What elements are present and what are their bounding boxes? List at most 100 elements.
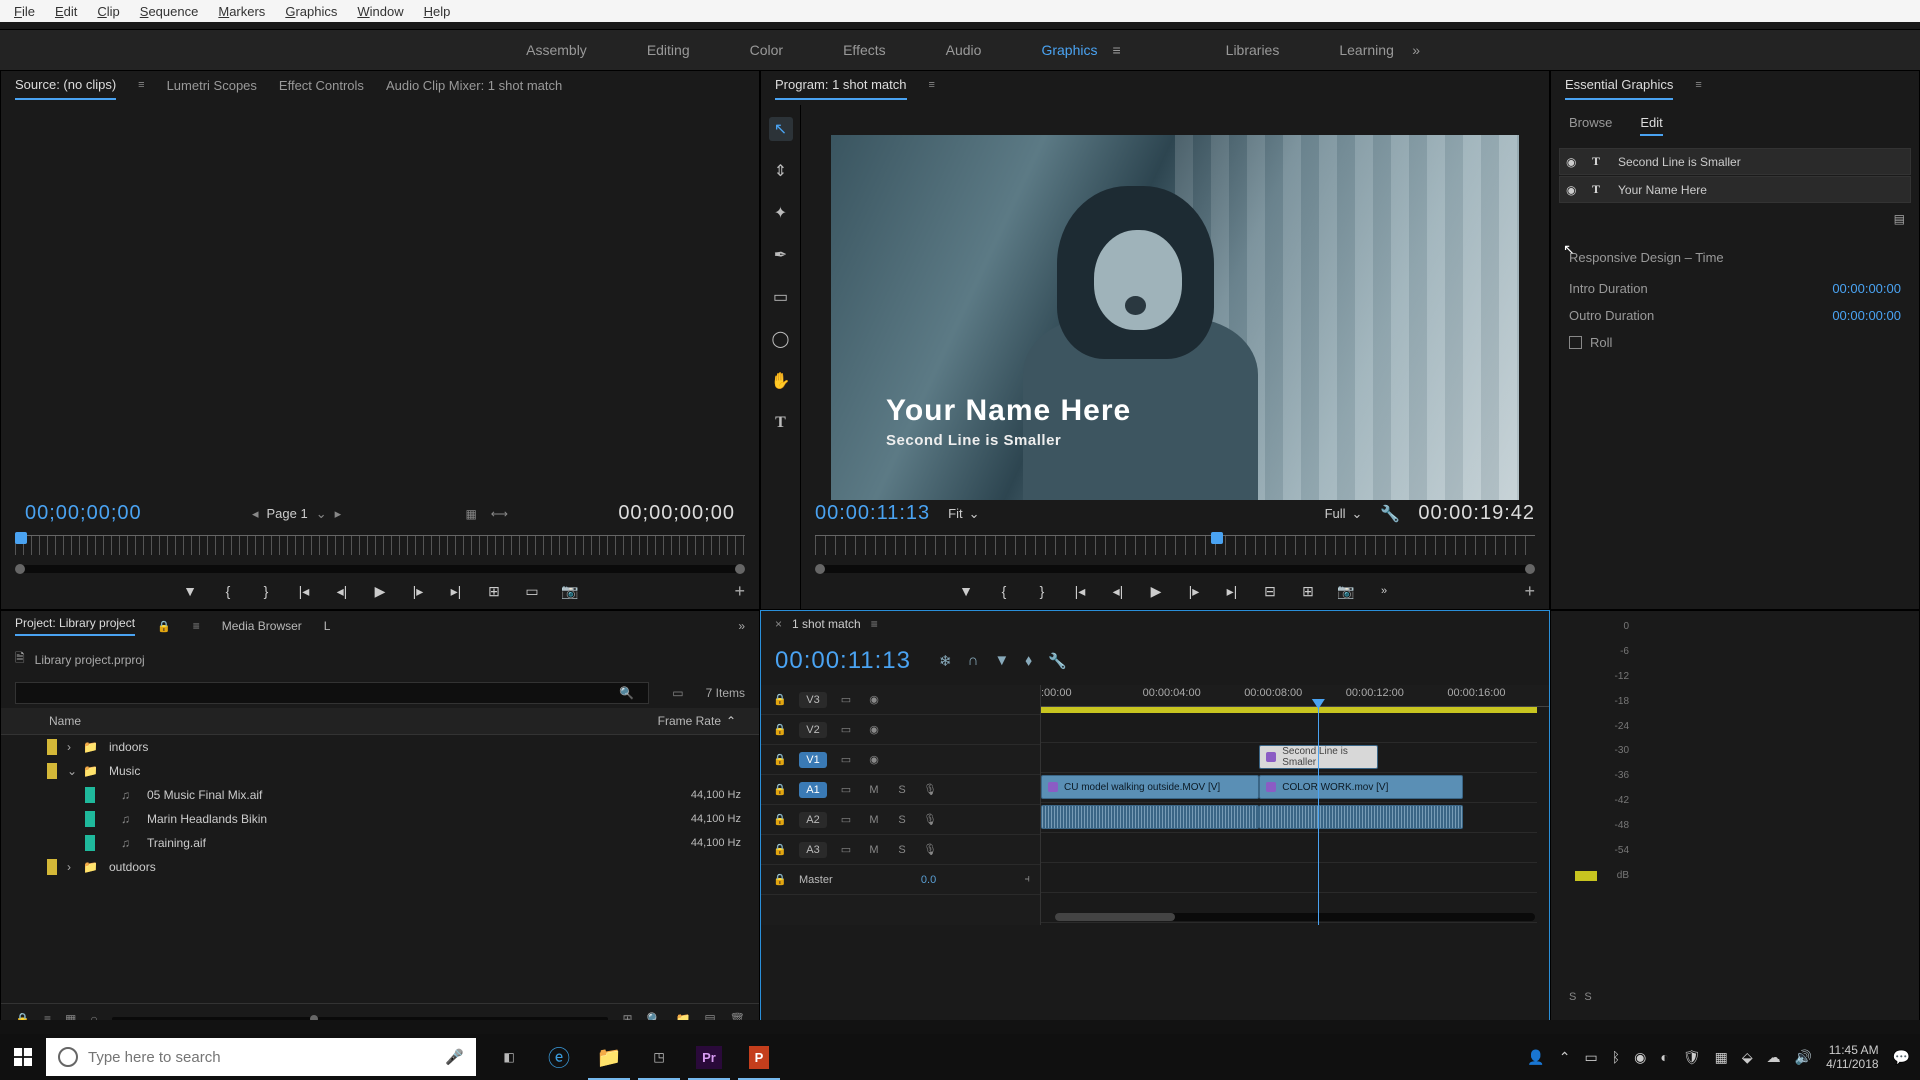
source-zoom-slider[interactable] (15, 565, 745, 573)
lock-icon[interactable]: 🔒 (771, 723, 789, 736)
tab-l[interactable]: L (324, 619, 331, 633)
time-ruler[interactable]: :00:0000:00:04:0000:00:08:0000:00:12:000… (1041, 685, 1549, 707)
tab-essential-graphics[interactable]: Essential Graphics (1565, 77, 1673, 100)
proj-overflow-icon[interactable]: » (738, 619, 745, 633)
sort-icon[interactable]: ⌃ (721, 714, 741, 728)
wrench-icon[interactable]: 🔧 (1048, 652, 1067, 670)
taskbar-search[interactable]: 🎤 (46, 1038, 476, 1076)
program-playhead[interactable] (1211, 532, 1223, 544)
project-row[interactable]: ⌄📁Music (1, 759, 759, 783)
hand-tool-icon[interactable]: ✋ (769, 369, 793, 393)
col-framerate[interactable]: Frame Rate (631, 714, 721, 728)
lock-icon[interactable]: 🔒 (771, 873, 789, 886)
p-add-button-icon[interactable]: + (1524, 581, 1535, 602)
source-ruler[interactable] (15, 535, 745, 555)
rectangle-tool-icon[interactable]: ▭ (769, 285, 793, 309)
chrome-tray-icon[interactable]: ◉ (1634, 1049, 1646, 1066)
program-timecode-left[interactable]: 00:00:11:13 (815, 502, 930, 525)
graphic-overlay[interactable]: Your Name Here Second Line is Smaller (886, 394, 1131, 449)
tab-audioclipmixer[interactable]: Audio Clip Mixer: 1 shot match (386, 78, 562, 99)
track-header-master[interactable]: 🔒Master0.0⫞ (761, 865, 1040, 895)
p-lift-icon[interactable]: ⊟ (1260, 581, 1280, 601)
sync-icon[interactable]: ▭ (837, 843, 855, 856)
volume-icon[interactable]: 🔊 (1795, 1049, 1812, 1066)
tab-source[interactable]: Source: (no clips) (15, 77, 116, 100)
goto-out-icon[interactable]: ▸| (446, 581, 466, 601)
source-playhead[interactable] (15, 532, 27, 544)
layer-name-input[interactable] (1618, 155, 1904, 169)
in-point-icon[interactable]: { (218, 581, 238, 601)
ws-learning[interactable]: Learning (1339, 42, 1394, 58)
track-header-video[interactable]: 🔒V2▭◉ (761, 715, 1040, 745)
program-tab-menu-icon[interactable]: ≡ (929, 79, 935, 97)
lane-v3[interactable] (1041, 713, 1537, 743)
lane-a1[interactable] (1041, 803, 1537, 833)
lock-icon[interactable]: 🔒 (771, 753, 789, 766)
source-tab-menu-icon[interactable]: ≡ (138, 79, 144, 97)
search-icon[interactable]: 🔍 (619, 686, 634, 700)
ws-overflow-icon[interactable]: » (1412, 42, 1420, 58)
voice-icon[interactable]: 🎙 (921, 843, 939, 856)
page-label[interactable]: Page 1 (267, 506, 308, 521)
master-db[interactable]: 0.0 (921, 874, 936, 886)
track-label[interactable]: A2 (799, 812, 827, 828)
voice-icon[interactable]: 🎙 (921, 813, 939, 826)
tab-media-browser[interactable]: Media Browser (222, 619, 302, 633)
program-monitor[interactable]: Your Name Here Second Line is Smaller (831, 135, 1519, 500)
view-toggle-icon[interactable]: ▭ (672, 686, 683, 700)
track-header-audio[interactable]: 🔒A2▭MS🎙 (761, 805, 1040, 835)
snap-icon[interactable]: ⟷ (491, 507, 508, 521)
clip-audio[interactable] (1041, 805, 1259, 829)
sequence-name[interactable]: 1 shot match (792, 617, 861, 631)
timeline-hscroll[interactable] (1055, 913, 1535, 921)
onedrive-icon[interactable]: ☁ (1767, 1049, 1781, 1066)
lock-icon[interactable]: 🔒 (771, 813, 789, 826)
fit-dropdown[interactable]: Fit ⌄ (948, 506, 979, 522)
tab-program[interactable]: Program: 1 shot match (775, 77, 907, 100)
menu-sequence[interactable]: Sequence (130, 4, 209, 19)
play-icon[interactable]: ▶ (370, 581, 390, 601)
ellipse-tool-icon[interactable]: ◯ (769, 327, 793, 351)
ws-color[interactable]: Color (750, 42, 783, 58)
solo-icon[interactable]: S (893, 814, 911, 826)
ws-libraries[interactable]: Libraries (1226, 42, 1280, 58)
app-icon[interactable]: ◳ (634, 1034, 684, 1080)
sync-icon[interactable]: ▭ (837, 723, 855, 736)
explorer-icon[interactable]: 📁 (584, 1034, 634, 1080)
ws-assembly[interactable]: Assembly (526, 42, 587, 58)
tray-icon-2[interactable]: ▦ (1715, 1049, 1728, 1066)
marker-icon[interactable]: ▼ (180, 581, 200, 601)
snap-toggle-icon[interactable]: ❄ (939, 652, 952, 670)
track-header-audio[interactable]: 🔒A3▭MS🎙 (761, 835, 1040, 865)
p-step-back-icon[interactable]: ◂| (1108, 581, 1128, 601)
track-label[interactable]: A3 (799, 842, 827, 858)
p-out-icon[interactable]: } (1032, 581, 1052, 601)
p-play-icon[interactable]: ▶ (1146, 581, 1166, 601)
mute-icon[interactable]: M (865, 814, 883, 826)
menu-help[interactable]: Help (414, 4, 461, 19)
solo-icon[interactable]: S (893, 844, 911, 856)
layer-row[interactable]: ◉ T (1559, 148, 1911, 175)
p-in-icon[interactable]: { (994, 581, 1014, 601)
source-timecode-left[interactable]: 00;00;00;00 (25, 502, 142, 525)
taskbar-search-input[interactable] (88, 1049, 435, 1066)
step-back-icon[interactable]: ◂| (332, 581, 352, 601)
project-row[interactable]: ›📁indoors (1, 735, 759, 759)
taskbar-clock[interactable]: 11:45 AM 4/11/2018 (1826, 1043, 1879, 1072)
project-row[interactable]: ♫05 Music Final Mix.aif44,100 Hz (1, 783, 759, 807)
selection-tool-icon[interactable]: ↖ (769, 117, 793, 141)
p-goto-in-icon[interactable]: |◂ (1070, 581, 1090, 601)
expand-icon[interactable]: › (67, 740, 83, 754)
title-text[interactable]: Your Name Here (886, 394, 1131, 428)
powerpoint-icon[interactable]: P (734, 1034, 784, 1080)
start-button[interactable] (0, 1034, 46, 1080)
tray-icon[interactable]: ◐ (1660, 1049, 1668, 1065)
layer-name-input[interactable] (1618, 183, 1904, 197)
settings-wrench-icon[interactable]: 🔧 (1380, 504, 1400, 524)
track-label[interactable]: V1 (799, 752, 827, 768)
cortana-icon[interactable] (58, 1047, 78, 1067)
solo-icon[interactable]: S (893, 784, 911, 796)
expand-icon[interactable]: › (67, 860, 83, 874)
p-export-frame-icon[interactable]: 📷 (1336, 581, 1356, 601)
ws-audio[interactable]: Audio (946, 42, 982, 58)
